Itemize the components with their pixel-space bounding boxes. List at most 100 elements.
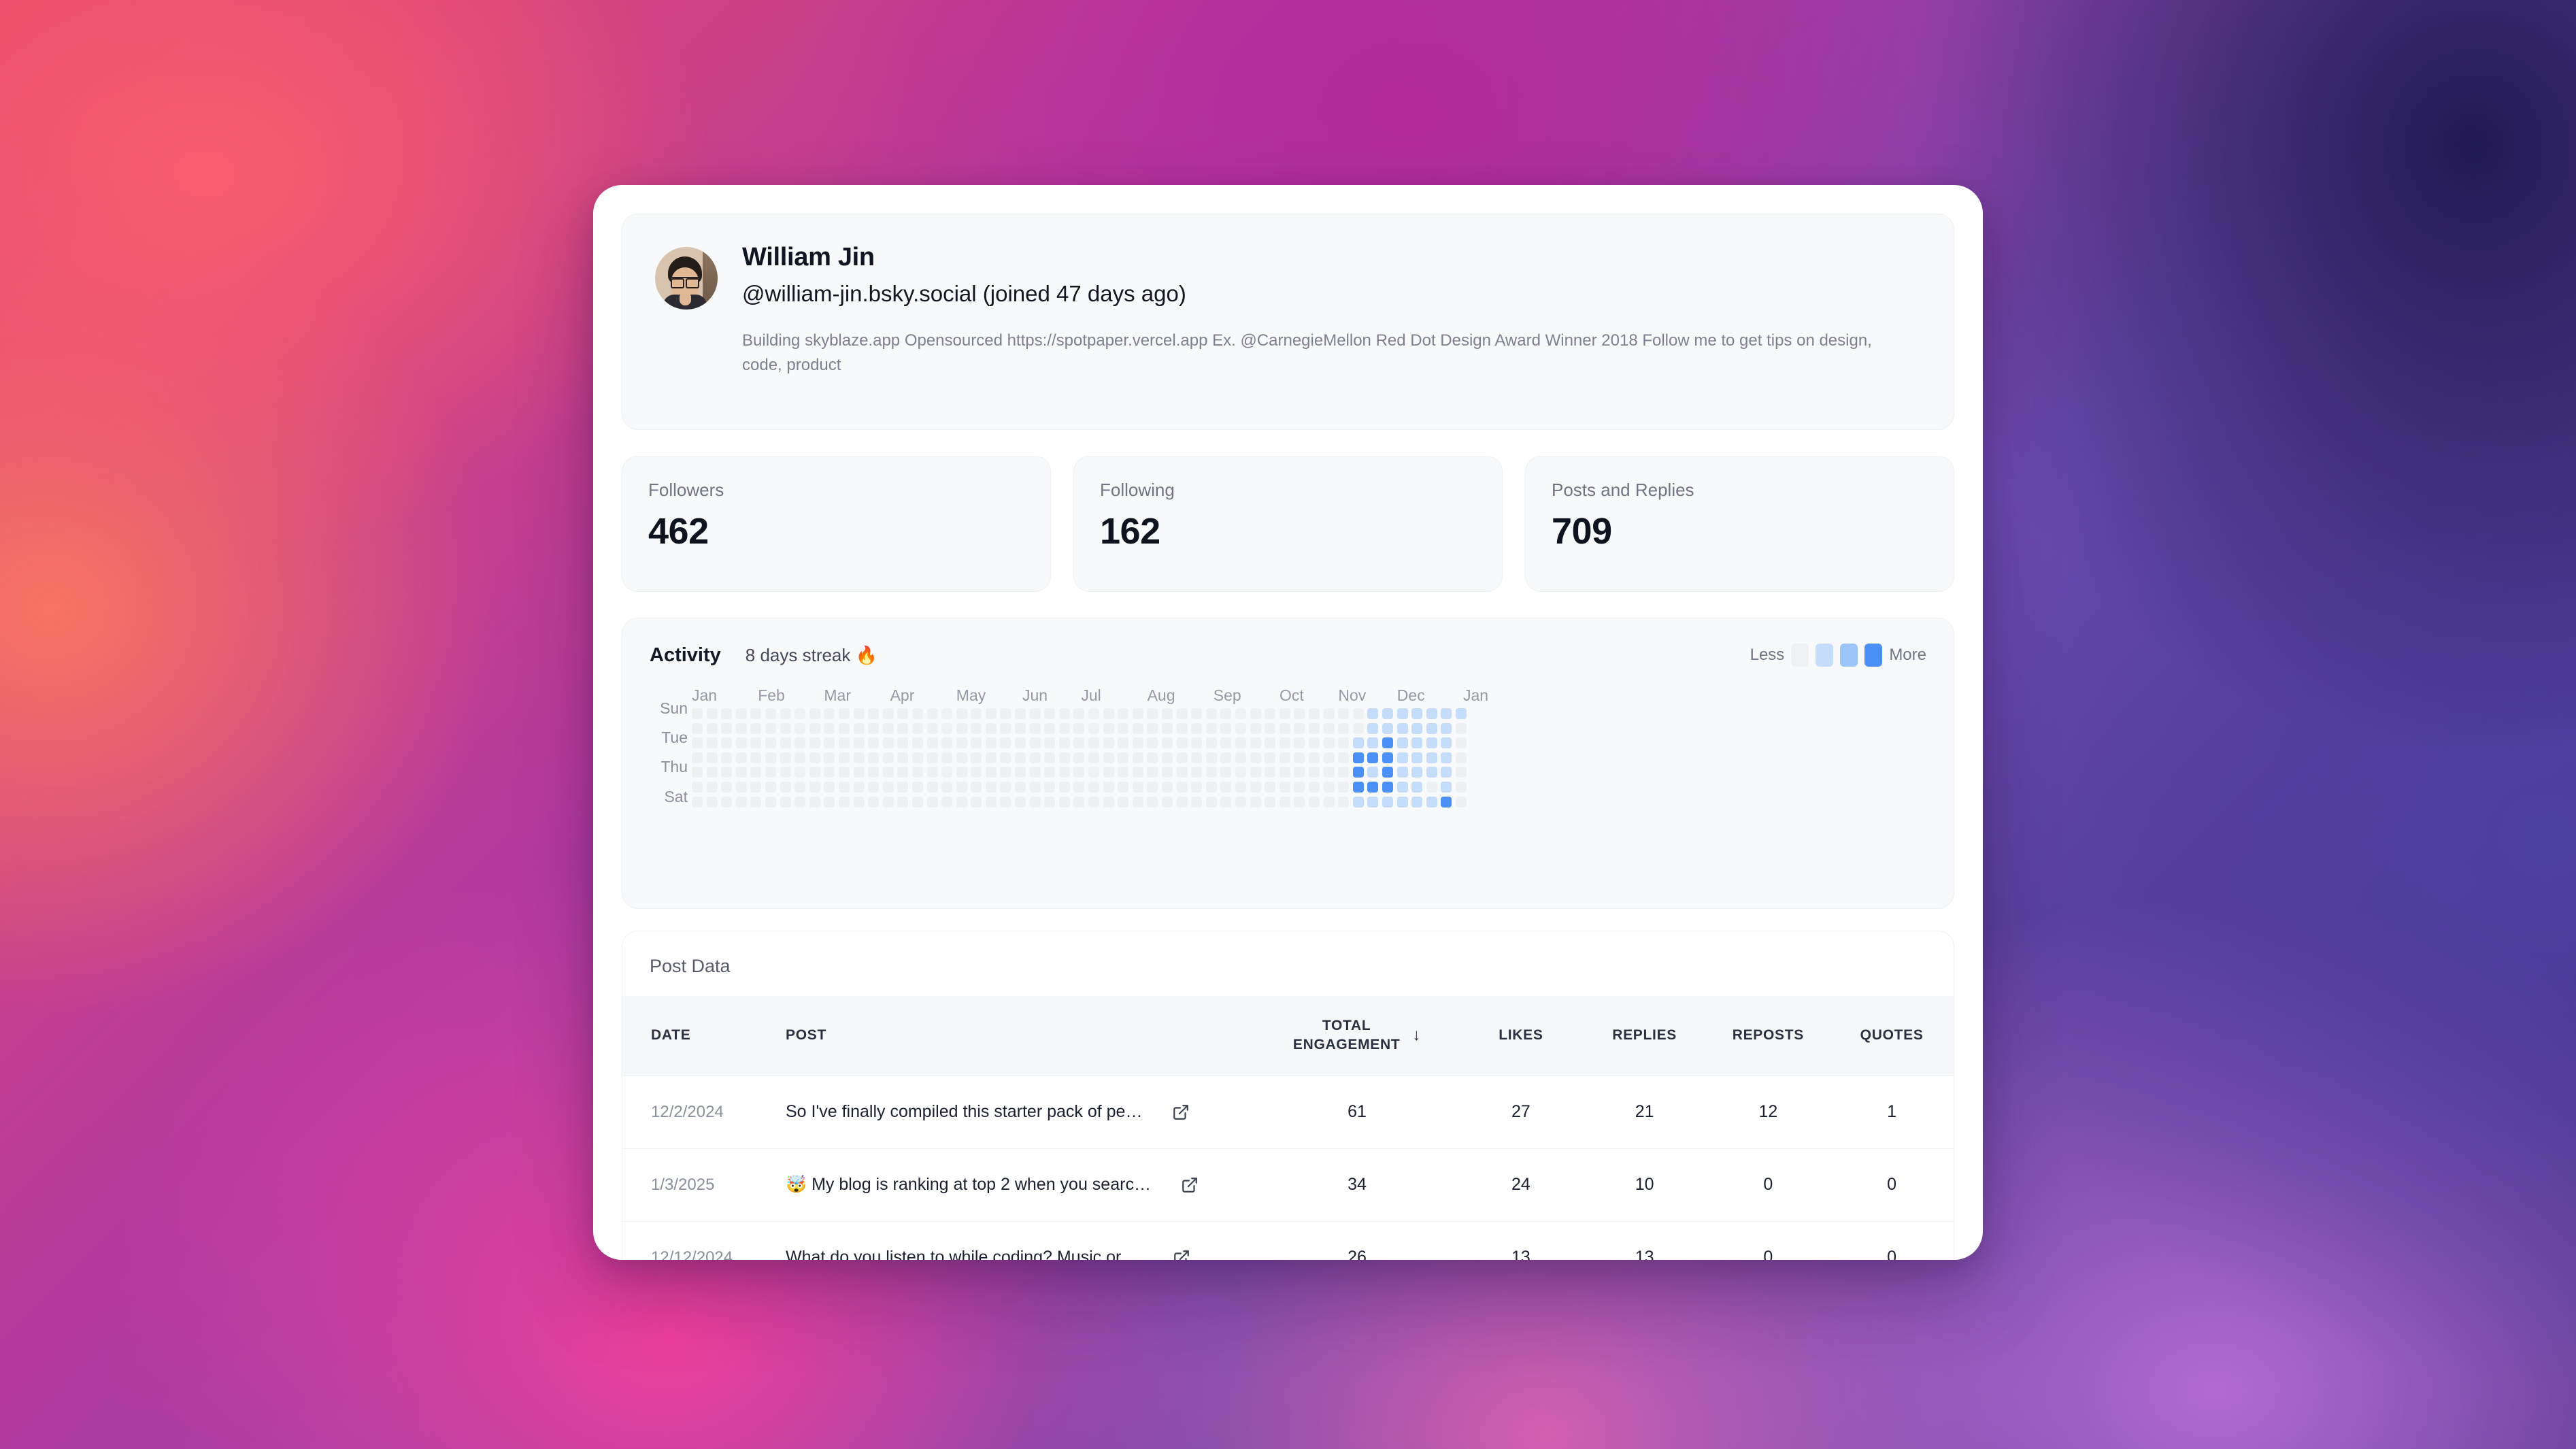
- heatmap-cell[interactable]: [1176, 708, 1188, 719]
- heatmap-cell[interactable]: [1441, 781, 1452, 793]
- column-header-date[interactable]: DATE: [622, 996, 779, 1076]
- heatmap-cell[interactable]: [1073, 708, 1085, 719]
- heatmap-cell[interactable]: [721, 737, 733, 749]
- heatmap-cell[interactable]: [735, 722, 747, 734]
- avatar[interactable]: [655, 247, 718, 310]
- heatmap-cell[interactable]: [971, 767, 982, 778]
- heatmap-cell[interactable]: [1455, 722, 1467, 734]
- external-link-icon[interactable]: [1172, 1103, 1190, 1121]
- heatmap-cell[interactable]: [1352, 767, 1364, 778]
- heatmap-cell[interactable]: [780, 752, 791, 763]
- heatmap-cell[interactable]: [1088, 708, 1100, 719]
- heatmap-cell[interactable]: [897, 752, 909, 763]
- heatmap-cell[interactable]: [1323, 708, 1335, 719]
- heatmap-cell[interactable]: [1382, 737, 1393, 749]
- heatmap-cell[interactable]: [809, 722, 820, 734]
- heatmap-cell[interactable]: [882, 781, 894, 793]
- heatmap-cell[interactable]: [1103, 781, 1114, 793]
- heatmap-cell[interactable]: [1235, 708, 1246, 719]
- heatmap-cell[interactable]: [926, 796, 938, 807]
- heatmap-cell[interactable]: [1352, 722, 1364, 734]
- heatmap-cell[interactable]: [1308, 708, 1320, 719]
- column-header-post[interactable]: POST: [779, 996, 1255, 1076]
- sort-descending-icon[interactable]: ↓: [1412, 1026, 1421, 1045]
- heatmap-cell[interactable]: [1352, 708, 1364, 719]
- heatmap-cell[interactable]: [1088, 737, 1100, 749]
- heatmap-cell[interactable]: [1352, 752, 1364, 763]
- heatmap-cell[interactable]: [838, 767, 850, 778]
- heatmap-cell[interactable]: [838, 708, 850, 719]
- heatmap-cell[interactable]: [1176, 752, 1188, 763]
- table-row[interactable]: 12/12/2024 What do you listen to while co…: [622, 1221, 1954, 1260]
- heatmap-cell[interactable]: [1279, 722, 1290, 734]
- heatmap-cell[interactable]: [1029, 708, 1041, 719]
- heatmap-cell[interactable]: [956, 708, 967, 719]
- heatmap-cell[interactable]: [706, 722, 718, 734]
- heatmap-cell[interactable]: [838, 722, 850, 734]
- heatmap-cell[interactable]: [1279, 781, 1290, 793]
- heatmap-cell[interactable]: [1426, 708, 1437, 719]
- heatmap-cell[interactable]: [985, 737, 997, 749]
- heatmap-cell[interactable]: [1323, 737, 1335, 749]
- heatmap-cell[interactable]: [1176, 767, 1188, 778]
- heatmap-cell[interactable]: [1382, 708, 1393, 719]
- heatmap-cell[interactable]: [1235, 722, 1246, 734]
- heatmap-cell[interactable]: [985, 767, 997, 778]
- heatmap-cell[interactable]: [1162, 752, 1173, 763]
- heatmap-cell[interactable]: [1118, 737, 1129, 749]
- heatmap-cell[interactable]: [1441, 722, 1452, 734]
- heatmap-cell[interactable]: [1308, 796, 1320, 807]
- heatmap-cell[interactable]: [1088, 767, 1100, 778]
- heatmap-cell[interactable]: [1396, 722, 1408, 734]
- heatmap-cell[interactable]: [1176, 781, 1188, 793]
- heatmap-cell[interactable]: [1088, 752, 1100, 763]
- heatmap-cell[interactable]: [1162, 796, 1173, 807]
- heatmap-cell[interactable]: [1338, 722, 1350, 734]
- heatmap-cell[interactable]: [985, 796, 997, 807]
- heatmap-cell[interactable]: [941, 796, 953, 807]
- heatmap-cell[interactable]: [794, 722, 806, 734]
- heatmap-cell[interactable]: [1220, 708, 1232, 719]
- heatmap-cell[interactable]: [794, 708, 806, 719]
- heatmap-cell[interactable]: [897, 722, 909, 734]
- heatmap-cell[interactable]: [882, 767, 894, 778]
- heatmap-cell[interactable]: [971, 708, 982, 719]
- heatmap-cell[interactable]: [882, 708, 894, 719]
- heatmap-cell[interactable]: [1265, 752, 1276, 763]
- heatmap-cell[interactable]: [868, 708, 880, 719]
- heatmap-cell[interactable]: [765, 722, 776, 734]
- heatmap-cell[interactable]: [1411, 708, 1423, 719]
- heatmap-cell[interactable]: [1235, 781, 1246, 793]
- heatmap-cell[interactable]: [1118, 781, 1129, 793]
- heatmap-cell[interactable]: [1015, 752, 1026, 763]
- heatmap-cell[interactable]: [1455, 737, 1467, 749]
- heatmap-cell[interactable]: [1073, 737, 1085, 749]
- heatmap-cell[interactable]: [1220, 752, 1232, 763]
- heatmap-cell[interactable]: [750, 767, 762, 778]
- heatmap-cell[interactable]: [1073, 796, 1085, 807]
- heatmap-cell[interactable]: [1352, 796, 1364, 807]
- heatmap-cell[interactable]: [794, 781, 806, 793]
- heatmap-cell[interactable]: [926, 708, 938, 719]
- heatmap-cell[interactable]: [1382, 796, 1393, 807]
- heatmap-cell[interactable]: [750, 722, 762, 734]
- heatmap-cell[interactable]: [1162, 781, 1173, 793]
- heatmap-cell[interactable]: [1323, 796, 1335, 807]
- heatmap-cell[interactable]: [1441, 767, 1452, 778]
- heatmap-cell[interactable]: [1000, 767, 1011, 778]
- heatmap-cell[interactable]: [956, 767, 967, 778]
- heatmap-cell[interactable]: [1029, 796, 1041, 807]
- heatmap-cell[interactable]: [1426, 737, 1437, 749]
- heatmap-cell[interactable]: [1294, 796, 1305, 807]
- heatmap-cell[interactable]: [809, 737, 820, 749]
- heatmap-cell[interactable]: [1308, 781, 1320, 793]
- heatmap-cell[interactable]: [1073, 752, 1085, 763]
- heatmap-cell[interactable]: [1279, 767, 1290, 778]
- heatmap-cell[interactable]: [1220, 722, 1232, 734]
- heatmap-cell[interactable]: [1103, 767, 1114, 778]
- heatmap-cell[interactable]: [1058, 708, 1070, 719]
- heatmap-cell[interactable]: [1000, 737, 1011, 749]
- heatmap-cell[interactable]: [1029, 737, 1041, 749]
- heatmap-cell[interactable]: [1279, 737, 1290, 749]
- heatmap-cell[interactable]: [897, 767, 909, 778]
